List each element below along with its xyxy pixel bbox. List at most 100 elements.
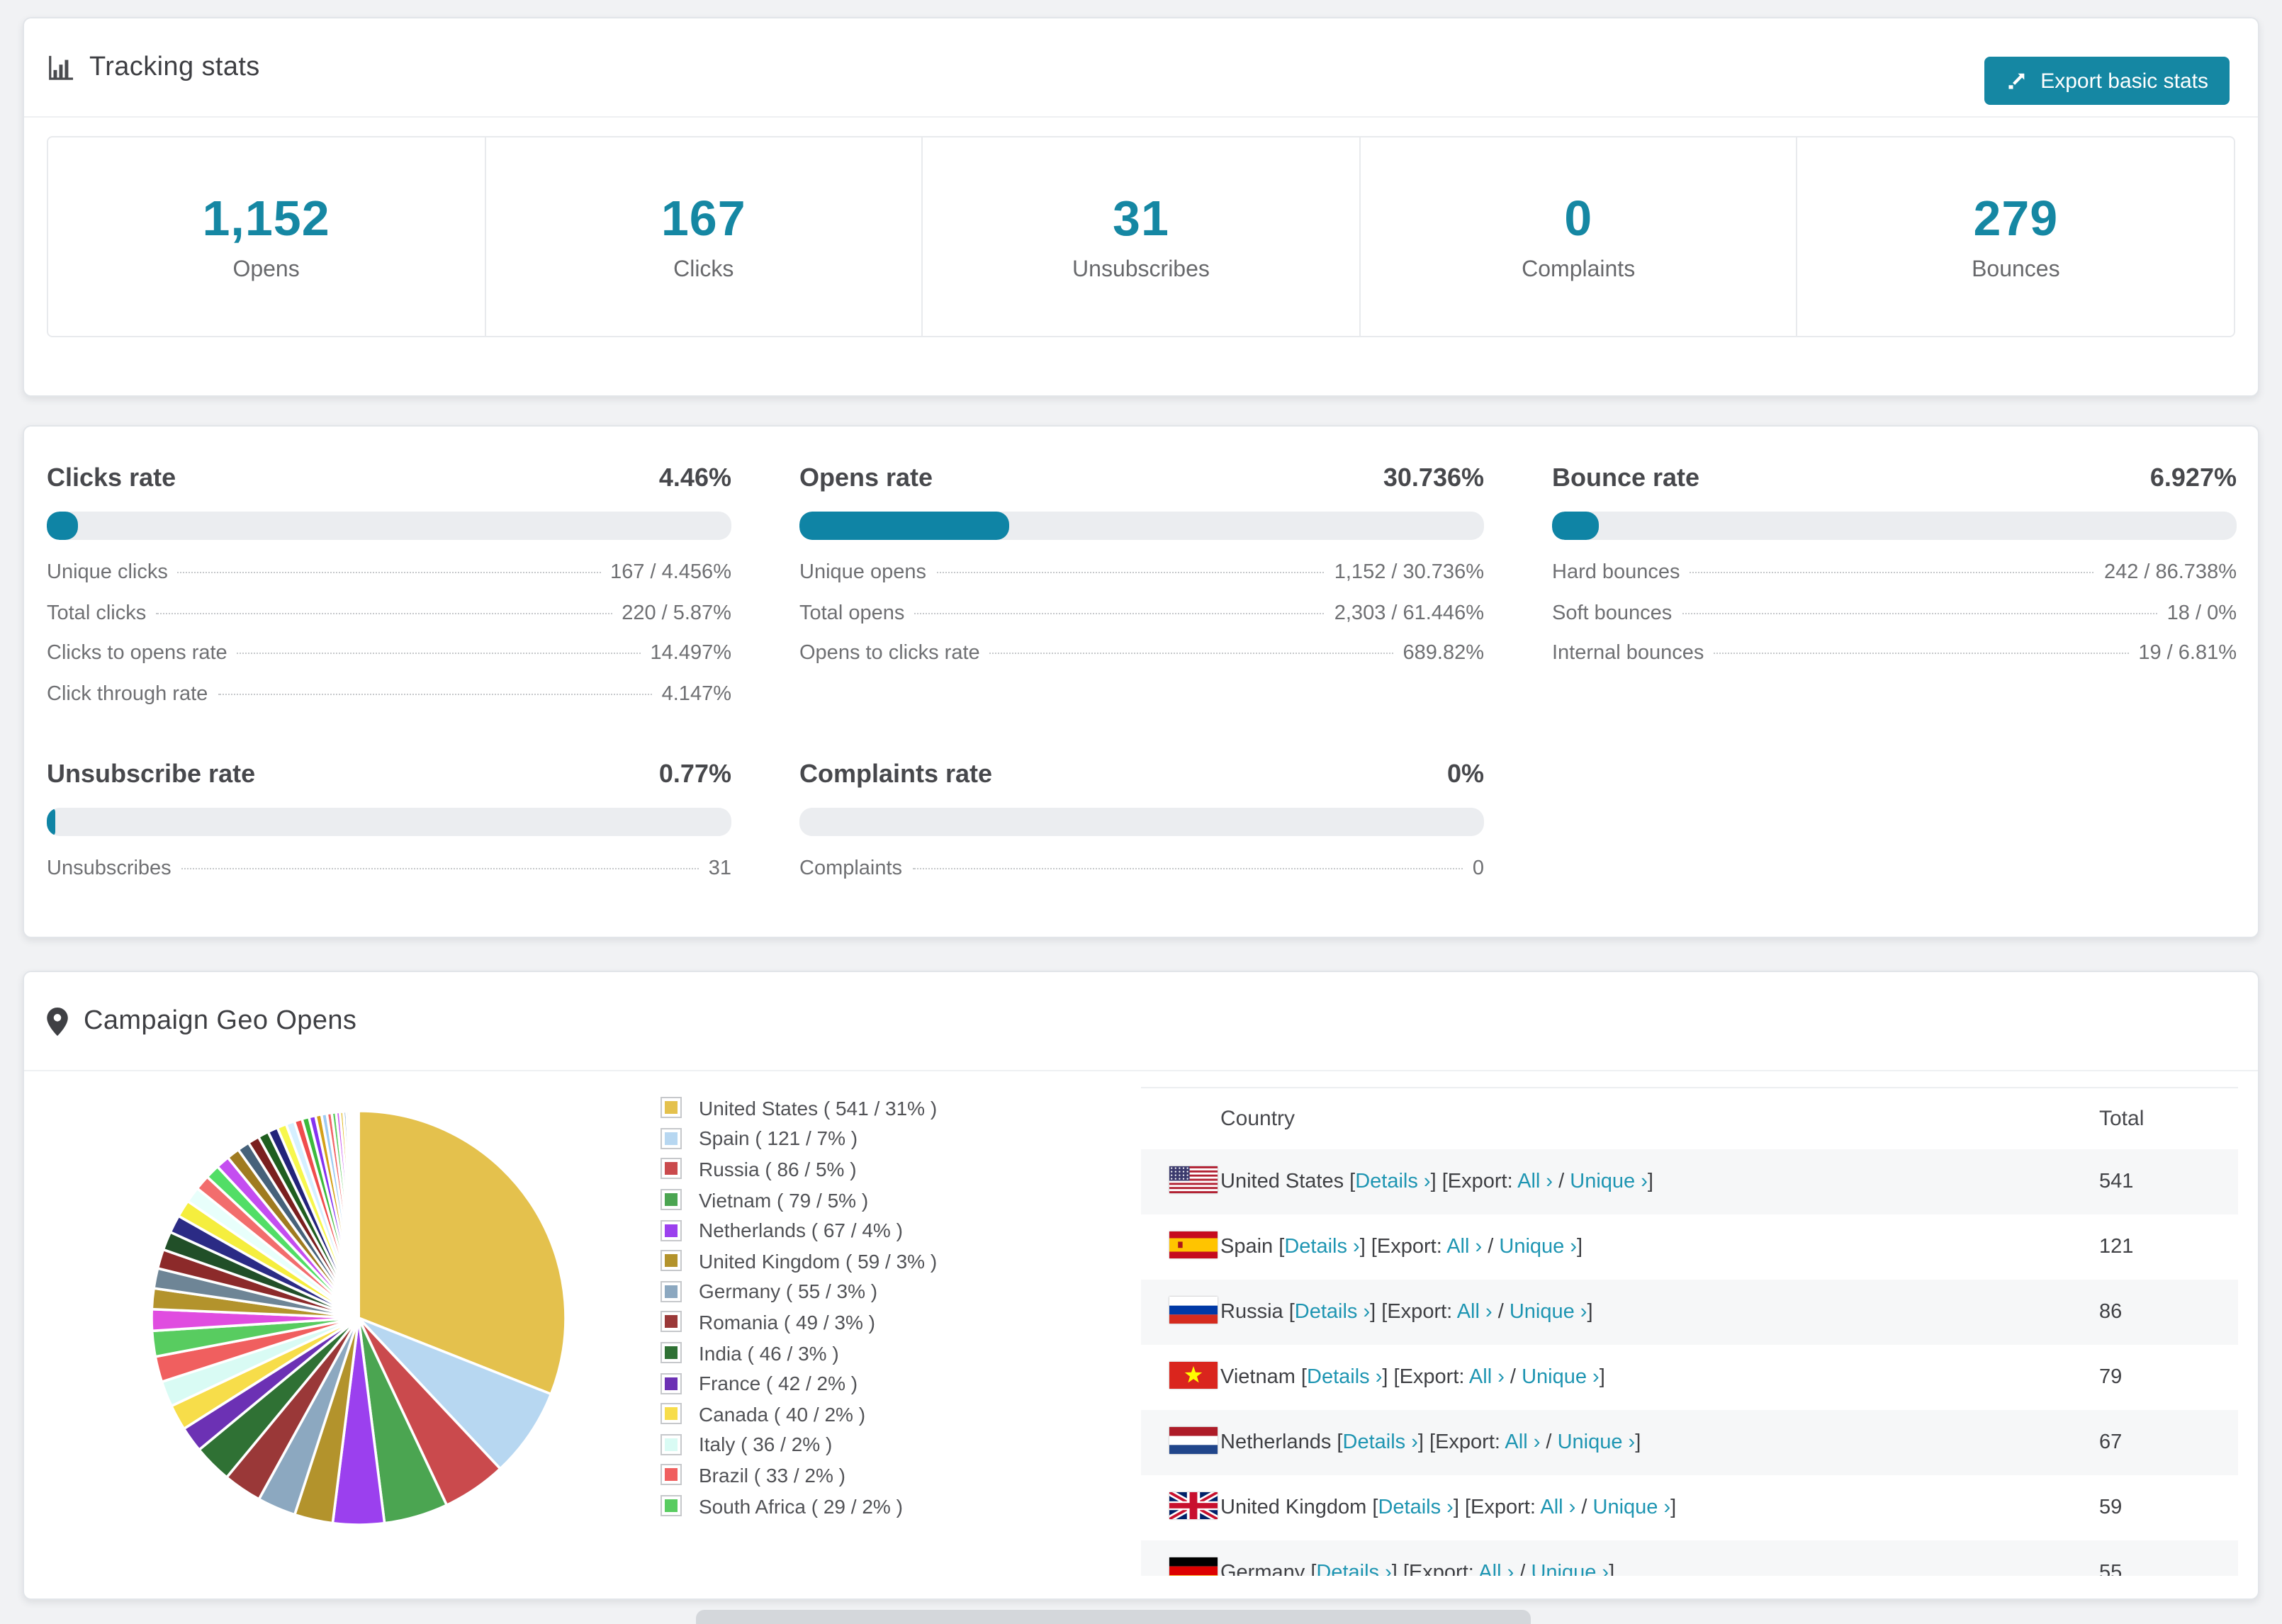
country-cell: Vietnam [Details ›] [Export: All › / Uni… (1220, 1345, 2099, 1410)
country-text: Export: (1408, 1562, 1479, 1576)
details-link[interactable]: Details › (1355, 1171, 1430, 1193)
complaints-rate-progress-track (799, 808, 1484, 836)
rate-row-label: Unique opens (799, 561, 926, 584)
rate-block-complaints-rate: Complaints rate 0% Complaints 0 (799, 760, 1484, 898)
ru-flag-icon (1169, 1296, 1218, 1323)
rate-row-label: Hard bounces (1552, 561, 1680, 584)
country-text: Netherlands [ (1220, 1431, 1343, 1454)
country-flag-cell (1141, 1280, 1220, 1345)
bounce-rate-progress-fill (1552, 512, 1600, 540)
country-text: United States [ (1220, 1171, 1356, 1193)
export-icon (2005, 69, 2028, 92)
unsubscribe-rate-progress-track (47, 808, 731, 836)
rate-detail-rows: Unique opens 1,152 / 30.736% Total opens 2,… (799, 561, 1484, 682)
rates-card: Clicks rate 4.46% Unique clicks 167 / 4.456… (23, 425, 2259, 938)
details-link[interactable]: Details › (1295, 1301, 1370, 1324)
export-unique-link[interactable]: Unique › (1558, 1431, 1636, 1454)
stat-label: Bounces (1972, 257, 2060, 281)
export-all-link[interactable]: All › (1457, 1301, 1493, 1324)
rate-row-value: 689.82% (1403, 642, 1485, 665)
geo-row-russia: Russia [Details ›] [Export: All › / Uniq… (1141, 1280, 2238, 1345)
tracking-stats-card: Tracking stats Export basic stats 1,152 O… (23, 17, 2259, 397)
export-all-link[interactable]: All › (1540, 1496, 1575, 1519)
dotted-leader (237, 653, 641, 654)
country-text: Export: (1447, 1171, 1518, 1193)
geo-pie-chart[interactable] (146, 1105, 571, 1530)
tracking-stats-title: Tracking stats (89, 52, 260, 81)
dotted-leader (156, 612, 612, 614)
rate-row-label: Unsubscribes (47, 857, 172, 880)
country-cell: Netherlands [Details ›] [Export: All › /… (1220, 1410, 2099, 1475)
details-link[interactable]: Details › (1316, 1562, 1391, 1576)
legend-swatch (661, 1403, 682, 1425)
country-text: ] (1599, 1366, 1605, 1389)
rate-row-value: 167 / 4.456% (610, 561, 731, 584)
rate-value: 0.77% (658, 760, 731, 788)
country-flag-cell (1141, 1149, 1220, 1214)
legend-item-france: France ( 42 / 2% ) (661, 1368, 937, 1399)
legend-label: Netherlands ( 67 / 4% ) (699, 1219, 903, 1242)
rate-row-opens-to-clicks-rate: Opens to clicks rate 689.82% (799, 642, 1484, 682)
rate-row-label: Unique clicks (47, 561, 168, 584)
rate-row-soft-bounces: Soft bounces 18 / 0% (1552, 602, 2237, 642)
export-unique-link[interactable]: Unique › (1531, 1562, 1609, 1576)
unsubscribe-rate-progress-fill (47, 808, 55, 836)
rate-row-label: Opens to clicks rate (799, 642, 980, 665)
country-flag-cell (1141, 1410, 1220, 1475)
legend-swatch (661, 1372, 682, 1394)
legend-item-brazil: Brazil ( 33 / 2% ) (661, 1460, 937, 1490)
rate-block-bounce-rate: Bounce rate 6.927% Hard bounces 242 / 86.73… (1552, 463, 2237, 723)
geo-row-united-kingdom: United Kingdom [Details ›] [Export: All … (1141, 1475, 2238, 1540)
export-unique-link[interactable]: Unique › (1593, 1496, 1671, 1519)
export-unique-link[interactable]: Unique › (1499, 1236, 1577, 1258)
geo-table-header-row: Country Total (1141, 1088, 2238, 1149)
rate-row-unique-opens: Unique opens 1,152 / 30.736% (799, 561, 1484, 602)
rate-row-value: 4.147% (661, 682, 731, 705)
opens-rate-progress-track (799, 512, 1484, 540)
legend-label: South Africa ( 29 / 2% ) (699, 1494, 903, 1518)
country-flag-cell (1141, 1540, 1220, 1576)
details-link[interactable]: Details › (1343, 1431, 1418, 1454)
rate-title-row: Complaints rate 0% (799, 760, 1484, 789)
rate-title: Clicks rate (47, 463, 176, 492)
legend-item-united-states: United States ( 541 / 31% ) (661, 1093, 937, 1123)
export-all-link[interactable]: All › (1505, 1431, 1540, 1454)
export-all-link[interactable]: All › (1469, 1366, 1505, 1389)
total-cell: 541 (2099, 1171, 2134, 1193)
horizontal-scrollbar-thumb[interactable] (696, 1610, 1531, 1624)
bounce-rate-progress-track (1552, 512, 2237, 540)
es-flag-icon (1169, 1231, 1218, 1258)
total-cell: 121 (2099, 1236, 2134, 1258)
country-text: Spain [ (1220, 1236, 1285, 1258)
rates-grid: Clicks rate 4.46% Unique clicks 167 / 4.456… (24, 427, 2258, 898)
geo-table: Country Total United States [Details ›] … (1141, 1087, 2238, 1576)
legend-item-netherlands: Netherlands ( 67 / 4% ) (661, 1215, 937, 1246)
dotted-leader (989, 653, 1393, 654)
dotted-leader (912, 868, 1463, 869)
export-all-link[interactable]: All › (1517, 1171, 1553, 1193)
legend-item-south-africa: South Africa ( 29 / 2% ) (661, 1490, 937, 1521)
export-basic-stats-button[interactable]: Export basic stats (1984, 57, 2230, 105)
details-link[interactable]: Details › (1284, 1236, 1359, 1258)
legend-item-canada: Canada ( 40 / 2% ) (661, 1399, 937, 1429)
details-link[interactable]: Details › (1378, 1496, 1453, 1519)
stat-label: Opens (232, 257, 300, 281)
clicks-rate-progress-fill (47, 512, 78, 540)
export-all-link[interactable]: All › (1446, 1236, 1482, 1258)
stat-value: 1,152 (202, 191, 330, 246)
legend-item-india: India ( 46 / 3% ) (661, 1338, 937, 1368)
country-text: ] [ (1417, 1431, 1436, 1454)
export-unique-link[interactable]: Unique › (1522, 1366, 1600, 1389)
export-all-link[interactable]: All › (1478, 1562, 1514, 1576)
rate-row-value: 242 / 86.738% (2103, 561, 2237, 584)
rate-detail-rows: Hard bounces 242 / 86.738% Soft bounces 18 … (1552, 561, 2237, 682)
rate-row-label: Complaints (799, 857, 903, 880)
legend-swatch (661, 1189, 682, 1211)
gb-flag-icon (1167, 1488, 1220, 1522)
export-unique-link[interactable]: Unique › (1510, 1301, 1587, 1324)
export-unique-link[interactable]: Unique › (1570, 1171, 1648, 1193)
geo-opens-card: Campaign Geo Opens United States ( 541 /… (23, 971, 2259, 1600)
stat-value: 167 (661, 191, 746, 246)
details-link[interactable]: Details › (1307, 1366, 1382, 1389)
summary-stats-row: 1,152 Opens 167 Clicks 31 Unsubscribes 0 Compla… (47, 136, 2235, 337)
